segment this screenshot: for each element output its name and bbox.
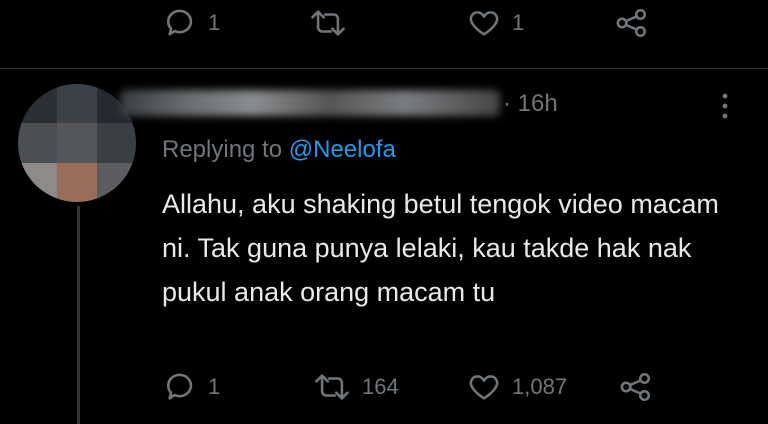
tweet-text: Allahu, aku shaking betul tengok video m… xyxy=(162,189,719,307)
reply-icon xyxy=(166,373,193,400)
retweet-icon xyxy=(315,374,349,400)
tweet-timestamp[interactable]: · 16h xyxy=(503,90,558,118)
author-name-redacted[interactable] xyxy=(120,90,500,116)
prev-like-count: 1 xyxy=(512,10,525,35)
prev-retweet-button[interactable] xyxy=(308,6,348,40)
share-button[interactable] xyxy=(616,370,656,404)
prev-reply-count: 1 xyxy=(208,10,221,35)
avatar[interactable] xyxy=(18,84,136,202)
reply-count: 1 xyxy=(208,374,221,399)
reply-button[interactable]: 1 xyxy=(164,370,220,404)
prev-like-button[interactable]: 1 xyxy=(466,6,524,40)
retweet-count: 164 xyxy=(362,374,399,399)
prev-share-button[interactable] xyxy=(612,6,652,40)
retweet-icon xyxy=(311,10,345,36)
tweet-divider xyxy=(0,68,768,69)
retweet-button[interactable]: 164 xyxy=(312,370,399,404)
prev-reply-button[interactable]: 1 xyxy=(164,6,220,40)
like-button[interactable]: 1,087 xyxy=(466,370,567,404)
more-icon[interactable] xyxy=(714,92,736,120)
like-icon xyxy=(469,11,499,36)
like-count: 1,087 xyxy=(512,374,568,399)
replying-to: Replying to @Neelofa xyxy=(162,136,396,164)
replying-prefix: Replying to xyxy=(162,136,289,163)
share-icon xyxy=(616,8,647,38)
reply-icon xyxy=(166,9,193,36)
like-icon xyxy=(469,375,499,400)
thread-line xyxy=(77,206,80,424)
share-icon xyxy=(620,372,651,402)
replying-handle-link[interactable]: @Neelofa xyxy=(289,136,396,163)
